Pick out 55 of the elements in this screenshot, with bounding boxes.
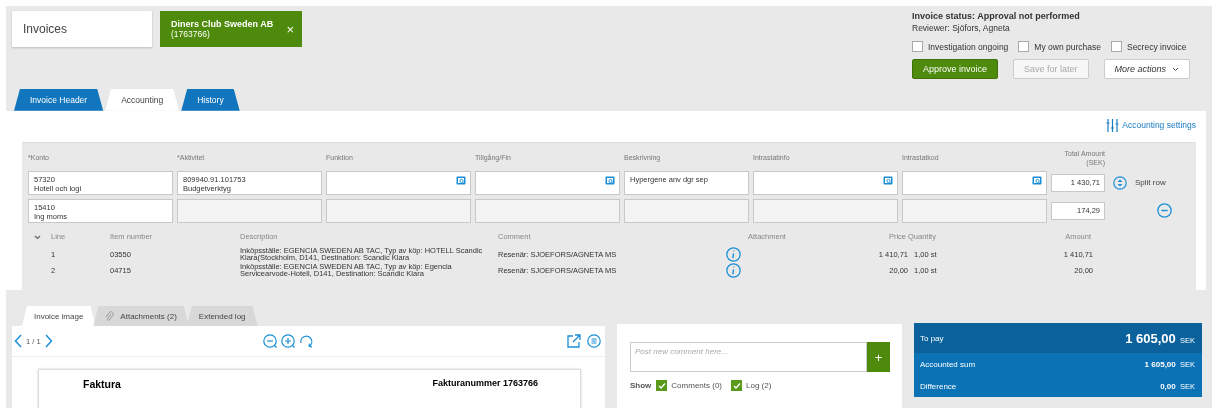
chevron-down-icon[interactable]: [34, 234, 41, 240]
approve-button[interactable]: Approve invoice: [912, 59, 999, 79]
summary-label: Accounted sum: [920, 359, 976, 369]
input-field[interactable]: [326, 170, 471, 195]
chevron-down-icon: [1172, 66, 1180, 72]
input-field[interactable]: [753, 170, 898, 195]
flag-checkbox[interactable]: Secrecy invoice: [1110, 41, 1187, 52]
tab[interactable]: Attachments (2): [93, 306, 189, 326]
split-row-label[interactable]: Split row: [1135, 178, 1166, 188]
info-icon[interactable]: [726, 246, 741, 262]
zoom-in-icon[interactable]: [280, 334, 295, 348]
reviewer-text: Reviewer: Sjöfors, Agneta: [912, 23, 1011, 33]
lookup-icon[interactable]: [1032, 175, 1042, 185]
tab[interactable]: Accounting: [105, 88, 180, 111]
lookup-icon[interactable]: [605, 175, 615, 185]
check-icon: [657, 381, 666, 390]
previous-page-button[interactable]: [14, 334, 22, 348]
paperclip-icon: [105, 310, 115, 322]
rotate-icon[interactable]: [298, 334, 313, 348]
summary-label: To pay: [920, 333, 944, 343]
supplier-name: Diners Club Sweden AB: [171, 19, 274, 29]
info-icon[interactable]: [726, 262, 741, 278]
document-number: Fakturanummer 1763766: [432, 378, 538, 390]
remove-row-icon[interactable]: [1157, 203, 1172, 219]
external-link-icon[interactable]: [567, 334, 581, 348]
tab[interactable]: Invoice Header: [14, 88, 104, 111]
filter-checkbox[interactable]: Comments (0): [656, 380, 723, 391]
split-row-icon[interactable]: [1113, 175, 1127, 190]
tab[interactable]: Extended log: [186, 306, 258, 326]
check-icon: [732, 381, 741, 390]
tab[interactable]: Invoice image: [22, 306, 96, 326]
next-page-button[interactable]: [44, 334, 53, 348]
close-icon[interactable]: ×: [286, 21, 294, 37]
input-field[interactable]: [902, 170, 1047, 195]
sliders-icon: [1106, 118, 1120, 132]
flag-checkbox[interactable]: My own purchase: [1018, 41, 1101, 52]
input-field[interactable]: [475, 170, 620, 195]
accounting-settings-link[interactable]: Accounting settings: [1106, 118, 1196, 132]
tab[interactable]: History: [181, 88, 240, 111]
show-label: Show: [630, 381, 652, 390]
flag-checkbox[interactable]: Investigation ongoing: [912, 41, 1009, 52]
summary-label: Difference: [920, 381, 957, 391]
supplier-tag[interactable]: Diners Club Sweden AB (1763766) ×: [160, 11, 302, 47]
more-actions-button[interactable]: More actions: [1103, 59, 1191, 79]
list-icon[interactable]: [587, 334, 601, 348]
lookup-icon[interactable]: [456, 175, 466, 185]
lookup-icon[interactable]: [883, 175, 893, 185]
add-comment-button[interactable]: +: [867, 342, 890, 372]
filter-checkbox[interactable]: Log (2): [731, 380, 772, 391]
breadcrumb-title[interactable]: Invoices: [12, 11, 152, 47]
zoom-out-icon[interactable]: [262, 334, 277, 348]
invoice-status: Invoice status: Approval not performed: [912, 11, 1081, 21]
invoice-number: (1763766): [171, 29, 211, 39]
comment-field[interactable]: Post new comment here...: [630, 342, 867, 372]
document-title: Faktura: [83, 378, 121, 392]
